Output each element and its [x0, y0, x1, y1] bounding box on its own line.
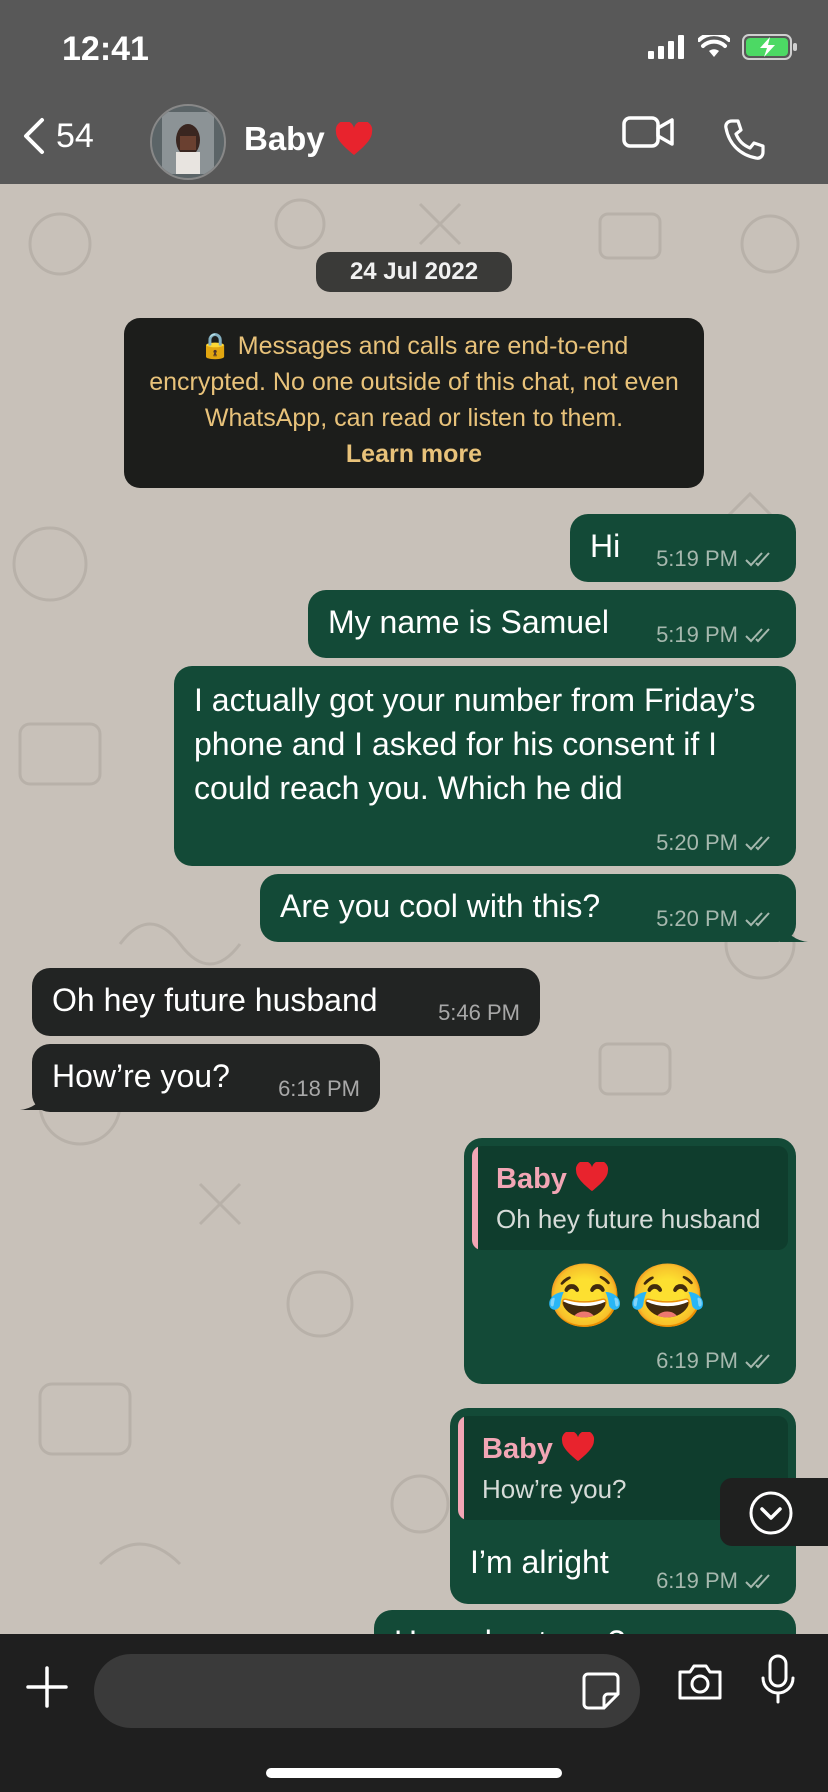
- message-text: Hi: [590, 528, 621, 564]
- quote-accent-bar: [458, 1416, 464, 1520]
- chat-area[interactable]: 24 Jul 2022 🔒 Messages and calls are end…: [0, 184, 828, 1634]
- status-icons: [648, 34, 798, 60]
- scroll-to-bottom-button[interactable]: [720, 1478, 828, 1546]
- heart-icon: [575, 1160, 609, 1192]
- battery-charging-icon: [742, 34, 797, 60]
- phone-icon: [724, 119, 765, 160]
- message-time: 5:20 PM: [656, 906, 738, 931]
- camera-button[interactable]: [676, 1662, 724, 1707]
- message-bubble-outgoing-reply[interactable]: Baby Oh hey future husband 😂😂 6:19 PM: [464, 1138, 796, 1384]
- message-bubble-outgoing[interactable]: I actually got your number from Friday’s…: [174, 666, 796, 866]
- plus-icon: [26, 1666, 68, 1708]
- double-check-icon: [745, 552, 770, 567]
- message-bubble-outgoing[interactable]: Are you cool with this? 5:20 PM: [260, 874, 796, 942]
- heart-icon: [561, 1430, 595, 1462]
- microphone-icon: [761, 1654, 795, 1704]
- bubble-tail-incoming: [20, 1090, 48, 1110]
- message-meta: 6:19 PM: [656, 1348, 776, 1374]
- message-meta: 5:20 PM: [656, 906, 776, 932]
- sticker-icon[interactable]: [580, 1670, 622, 1712]
- chevron-down-circle-icon: [749, 1491, 793, 1535]
- message-time: 6:18 PM: [278, 1076, 360, 1101]
- voice-message-button[interactable]: [760, 1654, 796, 1711]
- status-bar: 12:41: [0, 0, 828, 98]
- message-bubble-outgoing[interactable]: Hi 5:19 PM: [570, 514, 796, 582]
- message-time: 5:46 PM: [438, 1000, 520, 1025]
- chat-header: 54 Baby: [0, 98, 828, 184]
- message-text: I actually got your number from Friday’s…: [194, 682, 756, 806]
- message-meta: 5:19 PM: [656, 622, 776, 648]
- quoted-sender: Baby: [482, 1430, 595, 1466]
- learn-more-link[interactable]: Learn more: [124, 436, 704, 472]
- double-check-icon: [745, 1574, 770, 1589]
- avatar-photo: [152, 106, 224, 178]
- message-meta: 5:19 PM: [656, 546, 776, 572]
- video-camera-icon: [622, 116, 674, 148]
- quoted-text: Oh hey future husband: [496, 1204, 761, 1234]
- quote-accent-bar: [472, 1146, 478, 1250]
- home-indicator: [266, 1768, 562, 1778]
- signal-icon: [648, 35, 684, 59]
- contact-name[interactable]: Baby: [244, 120, 373, 158]
- voice-call-button[interactable]: [722, 118, 766, 167]
- message-text: Are you cool with this?: [280, 888, 601, 924]
- avatar[interactable]: [150, 104, 226, 180]
- message-meta: 5:20 PM: [656, 830, 776, 856]
- quoted-sender-name: Baby: [482, 1433, 553, 1465]
- message-time: 5:19 PM: [656, 622, 738, 647]
- message-text: How about you?: [394, 1624, 625, 1634]
- message-text: I’m alright: [470, 1544, 609, 1580]
- double-check-icon: [745, 1354, 770, 1369]
- message-text: How’re you?: [52, 1058, 230, 1094]
- double-check-icon: [745, 628, 770, 643]
- message-bubble-incoming[interactable]: Oh hey future husband 5:46 PM: [32, 968, 540, 1036]
- quoted-message[interactable]: Baby Oh hey future husband: [472, 1146, 788, 1250]
- message-meta: 5:46 PM: [438, 1000, 520, 1026]
- unread-count: 54: [56, 116, 94, 155]
- message-text: My name is Samuel: [328, 604, 609, 640]
- message-input[interactable]: [94, 1654, 640, 1728]
- message-time: 6:19 PM: [656, 1568, 738, 1593]
- video-call-button[interactable]: [622, 112, 674, 157]
- double-check-icon: [745, 836, 770, 851]
- quoted-sender: Baby: [496, 1160, 609, 1196]
- contact-name-text: Baby: [244, 120, 325, 157]
- message-text: Oh hey future husband: [52, 982, 378, 1018]
- bubble-tail-outgoing: [780, 922, 808, 942]
- message-time: 5:20 PM: [656, 830, 738, 855]
- date-separator: 24 Jul 2022: [316, 252, 512, 292]
- attach-button[interactable]: [24, 1664, 70, 1715]
- status-time: 12:41: [62, 30, 149, 68]
- quoted-sender-name: Baby: [496, 1163, 567, 1195]
- message-bubble-incoming[interactable]: How’re you? 6:18 PM: [32, 1044, 380, 1112]
- camera-icon: [678, 1664, 722, 1700]
- encryption-notice-text: 🔒 Messages and calls are end-to-end encr…: [149, 332, 679, 432]
- message-time: 6:19 PM: [656, 1348, 738, 1373]
- message-bubble-outgoing[interactable]: How about you?: [374, 1610, 796, 1634]
- heart-icon: [335, 122, 372, 155]
- quoted-text: How’re you?: [482, 1474, 627, 1504]
- wifi-icon: [698, 35, 730, 57]
- message-emoji: 😂😂: [546, 1262, 713, 1331]
- message-time: 5:19 PM: [656, 546, 738, 571]
- encryption-notice[interactable]: 🔒 Messages and calls are end-to-end encr…: [124, 318, 704, 488]
- message-bubble-outgoing[interactable]: My name is Samuel 5:19 PM: [308, 590, 796, 658]
- double-check-icon: [745, 912, 770, 927]
- message-meta: 6:19 PM: [656, 1568, 776, 1594]
- message-meta: 6:18 PM: [278, 1076, 360, 1102]
- back-button[interactable]: 54: [22, 116, 94, 156]
- chevron-left-icon: [24, 118, 44, 154]
